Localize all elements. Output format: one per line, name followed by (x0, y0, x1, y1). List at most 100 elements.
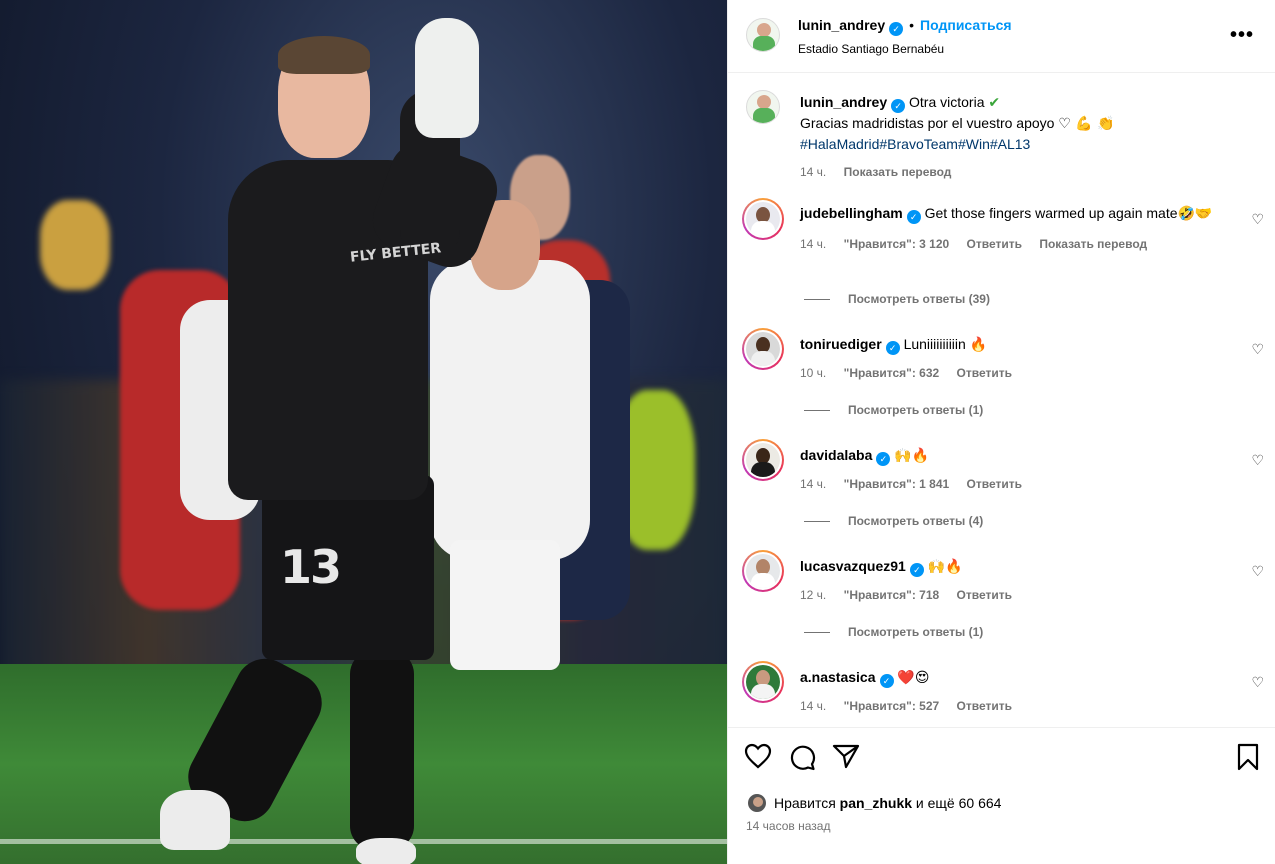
comment-meta: 14 ч. "Нравится": 1 841 Ответить (800, 474, 1236, 494)
reply-button[interactable]: Ответить (967, 237, 1022, 251)
comment-like-icon[interactable]: ♡ (1251, 211, 1264, 228)
comment-likes[interactable]: "Нравится": 632 (844, 366, 940, 380)
comment-time[interactable]: 10 ч. (800, 366, 826, 380)
caption-meta: 14 ч. Показать перевод (800, 162, 1256, 182)
bookmark-icon[interactable] (1236, 743, 1260, 775)
verified-icon: ✓ (891, 99, 906, 113)
photo-blur-spectator (40, 200, 110, 290)
view-replies[interactable]: Посмотреть ответы (1) (804, 625, 983, 639)
header-text: lunin_andrey ✓ • Подписаться Estadio Santia… (798, 17, 1012, 56)
likes-username[interactable]: pan_zhukk (840, 795, 912, 811)
comment: lucasvazquez91 ✓ 🙌🔥 12 ч. "Нравится": 718… (800, 556, 1236, 605)
comment-emoji: 🙌🔥 (927, 559, 963, 575)
comment-avatar[interactable] (742, 328, 784, 370)
post-actions: Нравится pan_zhukk и ещё 60 664 14 часов… (728, 729, 1275, 864)
photo-teammate-body (430, 260, 590, 560)
follow-button[interactable]: Подписаться (920, 17, 1012, 33)
comment-username[interactable]: a.nastasica (800, 669, 876, 685)
likes-count[interactable]: и ещё 60 664 (916, 795, 1002, 811)
caption-translate-link[interactable]: Показать перевод (844, 165, 952, 179)
view-replies[interactable]: Посмотреть ответы (4) (804, 514, 983, 528)
comment-meta: 14 ч. "Нравится": 527 Ответить (800, 696, 1236, 716)
verified-icon: ✓ (879, 674, 894, 688)
comment-emoji: 🙌🔥 (894, 448, 930, 464)
comment-meta: 10 ч. "Нравится": 632 Ответить (800, 363, 1236, 383)
view-replies[interactable]: Посмотреть ответы (39) (804, 292, 990, 306)
comments-scroll[interactable]: lunin_andrey ✓ Otra victoria ✔ Gracias ma… (728, 74, 1275, 728)
comment-like-icon[interactable]: ♡ (1251, 563, 1264, 580)
author-username[interactable]: lunin_andrey (798, 17, 885, 33)
comment-username[interactable]: lucasvazquez91 (800, 558, 906, 574)
comment-avatar[interactable] (742, 198, 784, 240)
comment-text: Luniiiiiiiiiin (903, 336, 966, 352)
caption-time[interactable]: 14 ч. (800, 165, 826, 179)
share-icon[interactable] (832, 743, 860, 773)
verified-icon: ✓ (889, 22, 904, 36)
comment-time[interactable]: 14 ч. (800, 477, 826, 491)
comment-likes[interactable]: "Нравится": 1 841 (844, 477, 950, 491)
photo-boot-right (356, 838, 416, 864)
post-time[interactable]: 14 часов назад (746, 819, 830, 833)
verified-icon: ✓ (885, 341, 900, 355)
comment: toniruediger ✓ Luniiiiiiiiiin 🔥 10 ч. "Нр… (800, 334, 1236, 383)
liker-avatar[interactable] (746, 792, 768, 814)
comment-avatar[interactable] (742, 439, 784, 481)
caption-title: Otra victoria (909, 94, 985, 110)
caption-text: Gracias madridistas por el vuestro apoyo (800, 115, 1055, 131)
photo-shorts-number: 13 (280, 540, 342, 594)
comment: davidalaba ✓ 🙌🔥 14 ч. "Нравится": 1 841 О… (800, 445, 1236, 494)
caption-emojis: ♡ 💪 👏 (1058, 116, 1115, 132)
comment-meta: 14 ч. "Нравится": 3 120 Ответить Показат… (800, 234, 1236, 254)
photo-teammate-shorts (450, 540, 560, 670)
verified-icon: ✓ (906, 210, 921, 224)
header-separator: • (909, 17, 915, 33)
caption-author-avatar[interactable] (746, 90, 780, 124)
caption-hashtags[interactable]: #HalaMadrid#BravoTeam#Win#AL13 (800, 134, 1256, 154)
comment: judebellingham ✓ Get those fingers warmed… (800, 203, 1236, 254)
comment: a.nastasica ✓ ❤️😍 14 ч. "Нравится": 527 О… (800, 667, 1236, 716)
translate-link[interactable]: Показать перевод (1039, 237, 1147, 251)
post-panel: lunin_andrey ✓ • Подписаться Estadio Santia… (727, 0, 1275, 864)
reply-button[interactable]: Ответить (957, 366, 1012, 380)
check-mark-icon: ✔ (988, 95, 1001, 111)
comment-text: Get those fingers warmed up again mate (924, 205, 1178, 221)
caption: lunin_andrey ✓ Otra victoria ✔ Gracias ma… (800, 92, 1256, 182)
likes-prefix: Нравится (774, 795, 836, 811)
comment-emoji: ❤️😍 (897, 670, 930, 686)
post-header: lunin_andrey ✓ • Подписаться Estadio Santia… (728, 0, 1275, 73)
view-replies[interactable]: Посмотреть ответы (1) (804, 403, 983, 417)
reply-button[interactable]: Ответить (957, 588, 1012, 602)
comment-like-icon[interactable]: ♡ (1251, 341, 1264, 358)
comment-emoji: 🔥 (969, 337, 988, 353)
likes-summary[interactable]: Нравится pan_zhukk и ещё 60 664 (746, 792, 1001, 814)
photo-goalkeeper-hair (278, 36, 370, 74)
comment-time[interactable]: 12 ч. (800, 588, 826, 602)
post-location[interactable]: Estadio Santiago Bernabéu (798, 42, 1012, 56)
comment-time[interactable]: 14 ч. (800, 237, 826, 251)
post-photo[interactable]: FLY BETTER 13 (0, 0, 727, 864)
comment-like-icon[interactable]: ♡ (1251, 452, 1264, 469)
comment-time[interactable]: 14 ч. (800, 699, 826, 713)
comment-likes[interactable]: "Нравится": 718 (844, 588, 940, 602)
comment-likes[interactable]: "Нравится": 3 120 (844, 237, 950, 251)
comment-icon[interactable] (788, 743, 816, 775)
verified-icon: ✓ (909, 563, 924, 577)
author-avatar[interactable] (746, 18, 780, 52)
photo-goalkeeper-leg-right (350, 650, 414, 850)
comment-like-icon[interactable]: ♡ (1251, 674, 1264, 691)
comment-username[interactable]: davidalaba (800, 447, 872, 463)
verified-icon: ✓ (876, 452, 891, 466)
more-icon[interactable]: ••• (1230, 24, 1254, 47)
comment-username[interactable]: judebellingham (800, 205, 903, 221)
comment-username[interactable]: toniruediger (800, 336, 882, 352)
caption-username[interactable]: lunin_andrey (800, 94, 887, 110)
reply-button[interactable]: Ответить (967, 477, 1022, 491)
comment-avatar[interactable] (742, 661, 784, 703)
comment-likes[interactable]: "Нравится": 527 (844, 699, 940, 713)
heart-icon[interactable] (744, 743, 772, 773)
reply-button[interactable]: Ответить (957, 699, 1012, 713)
comment-emoji: 🤣🤝 (1177, 206, 1213, 222)
comment-avatar[interactable] (742, 550, 784, 592)
photo-boot-left (160, 790, 230, 850)
comment-meta: 12 ч. "Нравится": 718 Ответить (800, 585, 1236, 605)
